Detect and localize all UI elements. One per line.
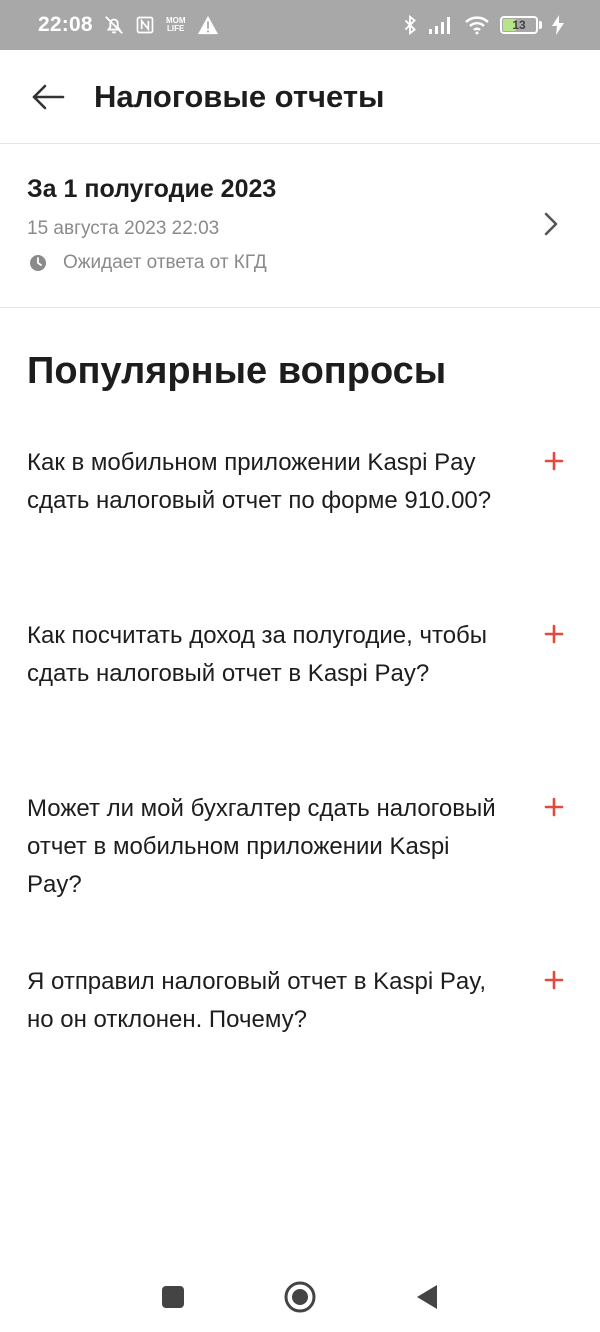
faq-question: Может ли мой бухгалтер сдать налоговый о… (27, 795, 496, 898)
faq-question: Я отправил налоговый отчет в Kaspi Pay, … (27, 968, 487, 1033)
chevron-right-icon (544, 212, 558, 236)
plus-icon[interactable] (543, 623, 565, 645)
battery-body: 13 (500, 16, 538, 34)
faq-question: Как в мобильном приложении Kaspi Pay сда… (27, 449, 492, 514)
back-button[interactable] (18, 67, 78, 127)
faq-item-1[interactable]: Как в мобильном приложении Kaspi Pay сда… (27, 444, 573, 520)
recent-apps-icon (162, 1286, 185, 1308)
signal-icon (428, 16, 454, 34)
report-title: За 1 полугодие 2023 (27, 175, 277, 203)
screen: 22:08 MOM LIFE 13 Налоговые отчеты За 1 … (0, 0, 600, 1332)
wifi-icon (464, 15, 490, 35)
home-icon (284, 1281, 316, 1313)
status-bar: 22:08 MOM LIFE 13 (0, 0, 600, 50)
faq-item-2[interactable]: Как посчитать доход за полугодие, чтобы … (27, 617, 573, 693)
plus-icon[interactable] (543, 450, 565, 472)
battery-icon: 13 (500, 16, 542, 34)
report-card[interactable]: За 1 полугодие 2023 15 августа 2023 22:0… (0, 145, 600, 308)
app-header: Налоговые отчеты (0, 50, 600, 144)
report-status: Ожидает ответа от КГД (27, 252, 267, 274)
nfc-icon (135, 15, 155, 35)
recent-apps-button[interactable] (150, 1274, 196, 1320)
page-title: Налоговые отчеты (94, 78, 385, 114)
report-date: 15 августа 2023 22:03 (27, 218, 220, 239)
arrow-left-icon (32, 84, 65, 109)
warning-icon (197, 15, 219, 35)
home-button[interactable] (277, 1274, 323, 1320)
report-status-text: Ожидает ответа от КГД (63, 252, 267, 273)
faq-item-3[interactable]: Может ли мой бухгалтер сдать налоговый о… (27, 790, 573, 904)
plus-icon[interactable] (543, 796, 565, 818)
mom-life-icon: MOM LIFE (165, 16, 186, 33)
battery-level: 13 (512, 18, 526, 32)
faq-item-4[interactable]: Я отправил налоговый отчет в Kaspi Pay, … (27, 963, 573, 1039)
clock-icon (27, 254, 49, 272)
status-left: 22:08 MOM LIFE (38, 13, 219, 37)
faq-question: Как посчитать доход за полугодие, чтобы … (27, 622, 488, 687)
charging-icon (552, 15, 564, 35)
status-right: 13 (402, 14, 564, 36)
status-time: 22:08 (38, 13, 93, 36)
bluetooth-icon (402, 14, 418, 36)
system-nav-bar (0, 1262, 600, 1332)
battery-tip (539, 21, 542, 29)
nav-back-button[interactable] (404, 1274, 450, 1320)
back-triangle-icon (416, 1285, 437, 1309)
plus-icon[interactable] (543, 969, 565, 991)
bell-off-icon (103, 14, 125, 36)
faq-heading: Популярные вопросы (27, 350, 447, 392)
